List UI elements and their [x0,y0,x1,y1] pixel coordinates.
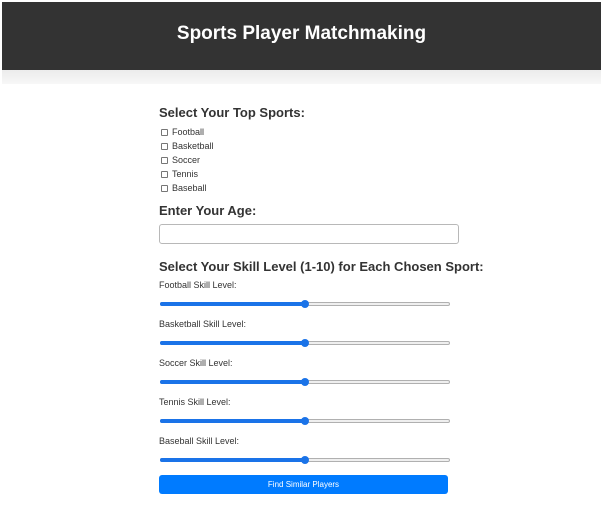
soccer-label: Soccer [172,155,201,165]
tennis-skill-slider[interactable] [160,417,450,425]
find-similar-players-button[interactable]: Find Similar Players [159,475,448,494]
slider-thumb[interactable] [301,339,309,347]
basketball-skill-label: Basketball Skill Level: [159,319,247,329]
sport-option-basketball[interactable]: Basketball [161,140,214,152]
sport-option-soccer[interactable]: Soccer [161,154,200,166]
basketball-skill-slider[interactable] [160,339,450,347]
football-label: Football [172,127,205,137]
page-header: Sports Player Matchmaking [2,2,601,70]
sport-option-football[interactable]: Football [161,126,204,138]
slider-fill [160,419,305,423]
football-skill-slider[interactable] [160,300,450,308]
sport-option-tennis[interactable]: Tennis [161,168,198,180]
tennis-checkbox[interactable] [161,170,168,178]
slider-thumb[interactable] [301,456,309,464]
baseball-label: Baseball [172,183,207,193]
slider-fill [160,302,305,306]
baseball-skill-slider[interactable] [160,456,450,464]
slider-thumb[interactable] [301,417,309,425]
football-checkbox[interactable] [161,128,168,136]
tennis-label: Tennis [172,169,199,179]
slider-thumb[interactable] [301,300,309,308]
soccer-skill-slider[interactable] [160,378,450,386]
age-section-title: Enter Your Age: [159,203,257,218]
baseball-skill-label: Baseball Skill Level: [159,436,240,446]
header-divider [2,70,601,84]
basketball-label: Basketball [172,141,214,151]
slider-thumb[interactable] [301,378,309,386]
slider-fill [160,341,305,345]
soccer-skill-label: Soccer Skill Level: [159,358,233,368]
sports-section-title: Select Your Top Sports: [159,105,305,120]
skill-section-title: Select Your Skill Level (1-10) for Each … [159,259,484,274]
slider-fill [160,458,305,462]
baseball-checkbox[interactable] [161,184,168,192]
sport-option-baseball[interactable]: Baseball [161,182,207,194]
page-title: Sports Player Matchmaking [176,23,427,44]
football-skill-label: Football Skill Level: [159,280,237,290]
soccer-checkbox[interactable] [161,156,168,164]
basketball-checkbox[interactable] [161,142,168,150]
slider-fill [160,380,305,384]
age-input[interactable] [159,224,459,244]
tennis-skill-label: Tennis Skill Level: [159,397,231,407]
